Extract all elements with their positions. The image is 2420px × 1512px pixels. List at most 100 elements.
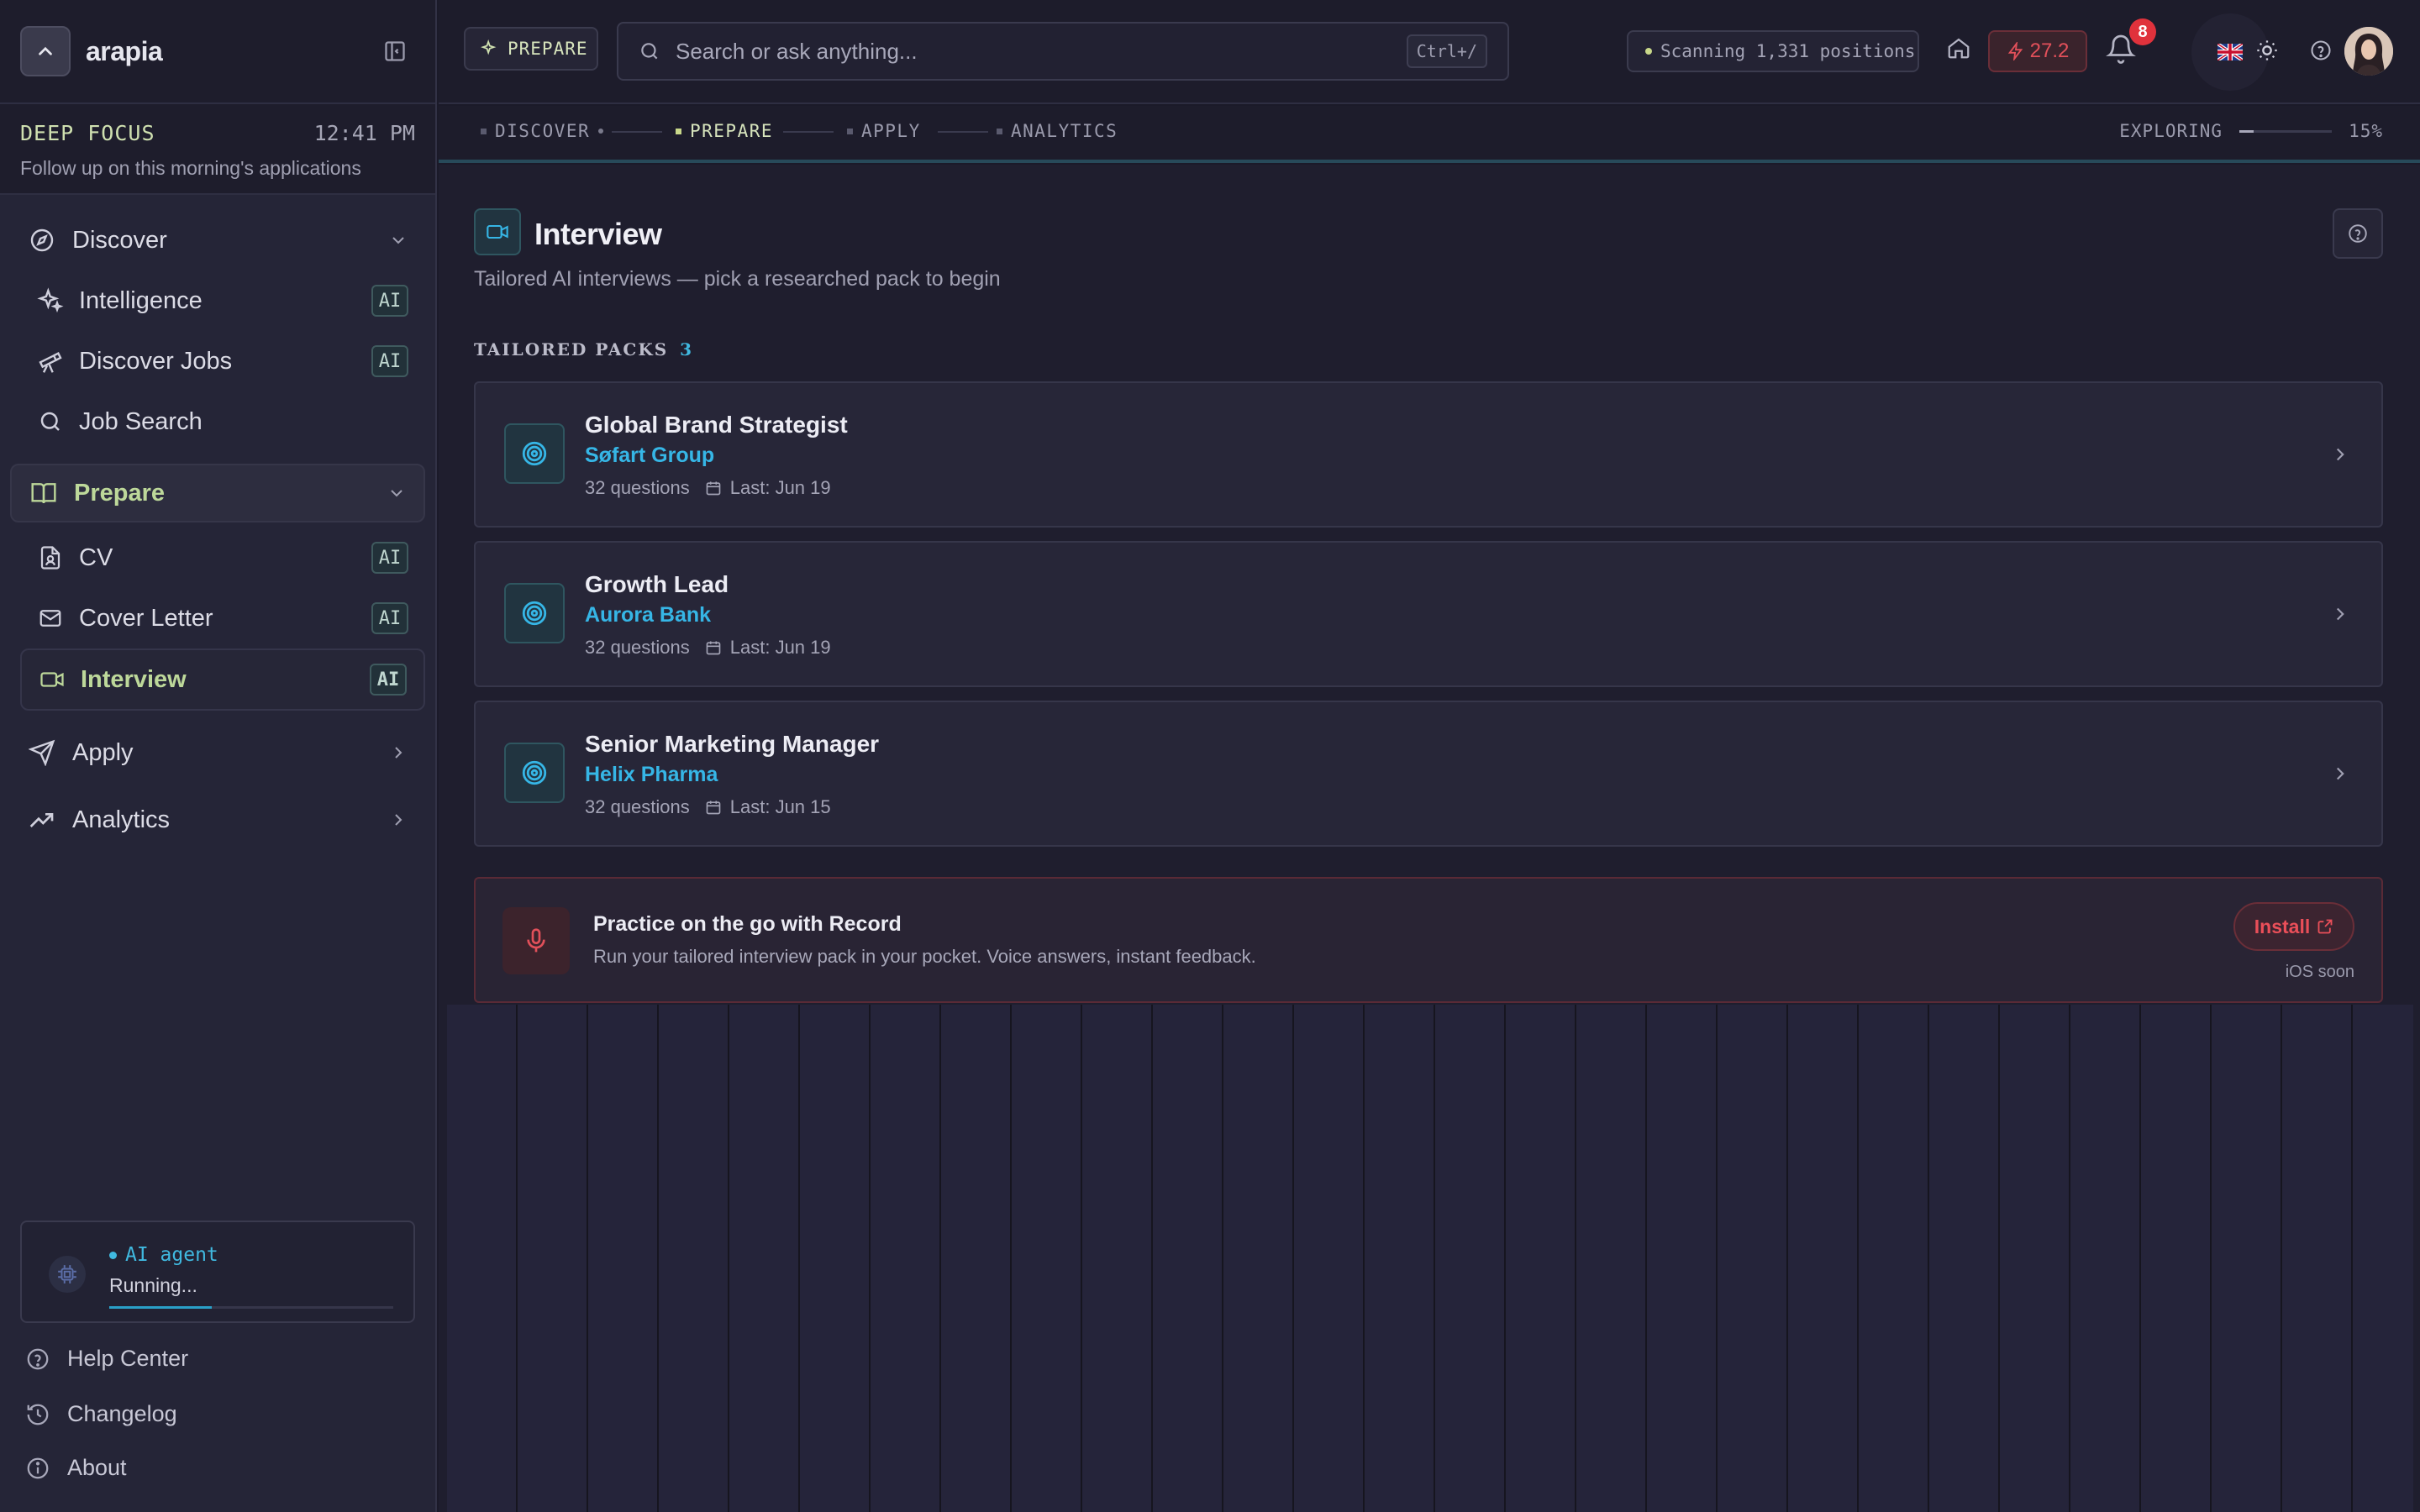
pack-card[interactable]: Growth Lead Aurora Bank 32 questions Las… [474,541,2383,687]
step-label: ANALYTICS [1011,121,1118,141]
step-discover[interactable]: DISCOVER [481,121,604,141]
target-icon [504,743,565,803]
ai-badge: AI [371,285,408,317]
help-circle-icon[interactable] [2309,39,2333,62]
chevron-right-icon [388,743,408,763]
sidebar-item-interview[interactable]: Interview AI [20,648,425,711]
changelog-link[interactable]: Changelog [25,1401,177,1427]
pack-questions: 32 questions [585,637,690,658]
help-button[interactable] [2333,208,2383,259]
ai-badge: AI [370,664,407,696]
home-icon[interactable] [1946,35,1971,60]
calendar-icon [706,801,721,815]
notification-count: 8 [2129,18,2156,45]
step-prepare[interactable]: PREPARE [676,121,773,141]
pack-meta: 32 questions Last: Jun 19 [585,477,831,499]
sidebar-item-label: Discover Jobs [79,347,233,375]
pack-questions: 32 questions [585,477,690,498]
info-icon [25,1456,50,1481]
pack-meta: 32 questions Last: Jun 19 [585,637,831,659]
mode-label: PREPARE [508,39,588,59]
theme-toggle-icon[interactable] [2255,39,2279,62]
pack-title: Global Brand Strategist [585,412,848,438]
search-shortcut: Ctrl+/ [1406,34,1487,68]
help-circle-icon [25,1347,50,1372]
ai-badge: AI [371,602,408,634]
logo-button[interactable] [20,26,71,76]
nav-group-label: Analytics [72,806,171,833]
nav-group-apply[interactable]: Apply [10,722,425,783]
trending-up-icon [27,805,57,835]
step-analytics[interactable]: ANALYTICS [997,121,1118,141]
install-button[interactable]: Install [2233,902,2354,951]
ai-agent-progress [109,1306,393,1309]
sidebar-item-intelligence[interactable]: Intelligence AI [10,270,425,331]
search-placeholder: Search or ask anything... [676,38,918,64]
footer-label: About [67,1455,127,1480]
sidebar-item-job-search[interactable]: Job Search [10,391,425,452]
main-content: Interview Tailored AI interviews — pick … [439,165,2420,1512]
exploring-progress: EXPLORING 15% [2119,121,2383,141]
history-icon [25,1402,50,1427]
scanning-status: Scanning 1,331 positions [1627,30,1919,72]
about-link[interactable]: About [25,1455,127,1481]
pack-card[interactable]: Senior Marketing Manager Helix Pharma 32… [474,701,2383,847]
nav-group-label: Apply [72,738,134,766]
section-title: TAILORED PACKS [474,339,669,360]
background-pattern [447,1005,2413,1512]
telescope-icon [35,346,66,376]
footer-label: Help Center [67,1346,189,1371]
pack-title: Growth Lead [585,571,729,597]
sidebar-item-label: Cover Letter [79,604,213,632]
zap-icon [2007,42,2023,60]
ai-agent-card[interactable]: AI agent Running... [20,1221,415,1323]
search-input[interactable]: Search or ask anything... Ctrl+/ [617,22,1509,81]
send-icon [27,738,57,768]
calendar-icon [706,481,721,496]
section-count: 3 [680,339,694,360]
ai-badge: AI [371,542,408,574]
app-name: arapia [86,35,163,66]
sidebar-item-cv[interactable]: CV AI [10,528,425,588]
chevron-down-icon [388,230,408,250]
collapse-sidebar-icon[interactable] [383,39,407,63]
focus-time: 12:41 PM [313,121,415,145]
avatar[interactable] [2344,27,2393,76]
sidebar-item-label: Intelligence [79,286,203,314]
sparkles-icon [481,39,497,55]
streak-badge[interactable]: 27.2 [1988,30,2087,72]
pack-last: Last: Jun 19 [729,637,831,658]
cpu-icon [49,1256,86,1293]
pack-last: Last: Jun 19 [729,477,831,498]
ai-agent-status: Running... [109,1274,197,1296]
step-apply[interactable]: APPLY [847,121,921,141]
nav-group-discover[interactable]: Discover [10,210,425,270]
video-icon [37,664,67,695]
nav-group-prepare[interactable]: Prepare [10,464,425,522]
install-label: Install [2254,915,2311,937]
pack-questions: 32 questions [585,796,690,817]
exploring-bar [2239,129,2333,133]
mode-pill[interactable]: PREPARE [464,27,598,71]
nav-group-analytics[interactable]: Analytics [10,790,425,850]
footer-label: Changelog [67,1401,177,1426]
help-center-link[interactable]: Help Center [25,1346,188,1372]
video-icon [474,208,521,255]
search-icon [35,407,66,437]
exploring-value: 15% [2349,121,2383,141]
microphone-icon [502,907,570,974]
calendar-icon [706,641,721,655]
chevron-right-icon [2329,603,2351,625]
mail-icon [35,603,66,633]
pack-last: Last: Jun 15 [729,796,831,817]
pack-meta: 32 questions Last: Jun 15 [585,796,831,818]
promo-subtitle: Run your tailored interview pack in your… [593,946,1256,967]
sidebar: arapia DEEP FOCUS 12:41 PM Follow up on … [0,0,437,1512]
chevron-up-icon [39,46,52,55]
sidebar-nav: Discover Intelligence AI Discover Jobs A… [0,195,435,862]
book-open-icon [29,478,59,508]
sidebar-item-discover-jobs[interactable]: Discover Jobs AI [10,331,425,391]
pack-card[interactable]: Global Brand Strategist Søfart Group 32 … [474,381,2383,528]
chevron-right-icon [2329,763,2351,785]
sidebar-item-cover-letter[interactable]: Cover Letter AI [10,588,425,648]
